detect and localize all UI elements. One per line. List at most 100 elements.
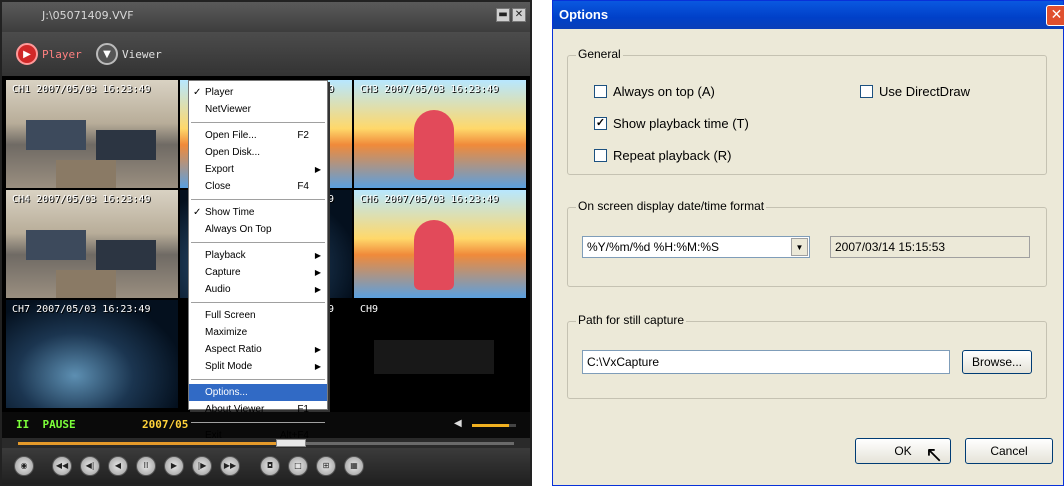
- mode-bar: ▶ Player ▼ Viewer: [2, 32, 530, 76]
- show-playback-time-checkbox[interactable]: ✓ Show playback time (T): [594, 116, 749, 131]
- menu-shortcut: F2: [297, 130, 309, 141]
- menu-shortcut: Alt+F4: [279, 430, 309, 441]
- camera-label: CH7 2007/05/03 16:23:49: [12, 304, 151, 315]
- menu-item-show-time[interactable]: ✓ Show Time: [189, 204, 327, 221]
- browse-button[interactable]: Browse...: [962, 350, 1032, 374]
- volume-slider[interactable]: [472, 424, 516, 427]
- menu-separator: [191, 199, 325, 200]
- general-legend: General: [576, 47, 623, 61]
- fast-forward-icon[interactable]: ▶▶: [220, 456, 240, 476]
- submenu-arrow-icon: ▶: [314, 251, 321, 260]
- close-icon[interactable]: ✕: [512, 8, 526, 22]
- datetime-preview: 2007/03/14 15:15:53: [830, 236, 1030, 258]
- player-mode-icon: ▶: [16, 43, 38, 65]
- menu-item-exit[interactable]: Exit Alt+F4: [189, 427, 327, 444]
- camera-cell[interactable]: CH3 2007/05/03 16:23:49: [354, 80, 526, 188]
- menu-item-label: Full Screen: [205, 310, 256, 321]
- menu-item-label: Options...: [205, 387, 248, 398]
- player-mode-button[interactable]: ▶ Player: [16, 42, 82, 66]
- menu-item-label: Open File...: [205, 130, 257, 141]
- menu-item-full-screen[interactable]: Full Screen: [189, 307, 327, 324]
- use-directdraw-box[interactable]: [860, 85, 873, 98]
- always-on-top-box[interactable]: [594, 85, 607, 98]
- player-title-bar[interactable]: J:\05071409.VVF ▬ ✕: [2, 2, 530, 32]
- menu-separator: [191, 122, 325, 123]
- datetime-format-select[interactable]: %Y/%m/%d %H:%M:%S ▼: [582, 236, 810, 258]
- menu-item-label: Export: [205, 164, 234, 175]
- menu-item-playback[interactable]: Playback ▶: [189, 247, 327, 264]
- layout-1-icon[interactable]: □: [288, 456, 308, 476]
- pause-icon: II: [16, 418, 30, 431]
- camera-cell[interactable]: CH6 2007/05/03 16:23:49: [354, 190, 526, 298]
- menu-item-aspect-ratio[interactable]: Aspect Ratio ▶: [189, 341, 327, 358]
- menu-separator: [191, 302, 325, 303]
- player-mode-label: Player: [42, 47, 82, 61]
- cancel-button[interactable]: Cancel: [965, 438, 1053, 464]
- step-forward-icon[interactable]: |▶: [192, 456, 212, 476]
- options-dialog: Options ✕ General Always on top (A) Use …: [552, 0, 1064, 486]
- step-back-icon[interactable]: ◀|: [80, 456, 100, 476]
- camera-label: CH3 2007/05/03 16:23:49: [360, 84, 499, 95]
- menu-item-label: Split Mode: [205, 361, 253, 372]
- checkmark-icon: ✓: [193, 87, 202, 98]
- camera-cell[interactable]: CH1 2007/05/03 16:23:49: [6, 80, 178, 188]
- menu-item-open-file[interactable]: Open File... F2: [189, 127, 327, 144]
- menu-item-player[interactable]: ✓ Player: [189, 84, 327, 101]
- play-icon[interactable]: ▶: [164, 456, 184, 476]
- menu-item-label: NetViewer: [205, 104, 251, 115]
- menu-shortcut: F4: [297, 181, 309, 192]
- viewer-mode-button[interactable]: ▼ Viewer: [96, 42, 162, 66]
- menu-item-maximize[interactable]: Maximize: [189, 324, 327, 341]
- menu-item-export[interactable]: Export ▶: [189, 161, 327, 178]
- camera-icon[interactable]: ◉: [14, 456, 34, 476]
- menu-item-options[interactable]: Options...: [189, 384, 327, 401]
- repeat-playback-box[interactable]: [594, 149, 607, 162]
- context-menu: ✓ Player NetViewer Open File... F2 Open Disk.…: [188, 80, 328, 441]
- repeat-playback-checkbox[interactable]: Repeat playback (R): [594, 148, 732, 163]
- camera-cell[interactable]: CH4 2007/05/03 16:23:49: [6, 190, 178, 298]
- menu-item-label: Show Time: [205, 207, 255, 218]
- checkmark-icon: ✓: [193, 207, 202, 218]
- menu-item-label: Exit: [205, 430, 222, 441]
- volume-fill: [472, 424, 510, 427]
- camera-cell[interactable]: CH7 2007/05/03 16:23:49: [6, 300, 178, 408]
- use-directdraw-label: Use DirectDraw: [879, 84, 971, 99]
- submenu-arrow-icon: ▶: [314, 285, 321, 294]
- use-directdraw-checkbox[interactable]: Use DirectDraw: [860, 84, 970, 99]
- menu-item-netviewer[interactable]: NetViewer: [189, 101, 327, 118]
- menu-item-close[interactable]: Close F4: [189, 178, 327, 195]
- menu-item-about-viewer[interactable]: About Viewer F1: [189, 401, 327, 418]
- transport-controls: ◉ ◀◀ ◀| ◀ II ▶ |▶ ▶▶ ◘ □ ⊞ ▦: [2, 448, 530, 484]
- chevron-down-icon[interactable]: ▼: [791, 238, 808, 256]
- menu-item-open-disk[interactable]: Open Disk...: [189, 144, 327, 161]
- camera-cell[interactable]: CH9: [354, 300, 526, 408]
- menu-item-label: Always On Top: [205, 224, 272, 235]
- layout-9-icon[interactable]: ▦: [344, 456, 364, 476]
- camera-label: CH6 2007/05/03 16:23:49: [360, 194, 499, 205]
- menu-item-audio[interactable]: Audio ▶: [189, 281, 327, 298]
- video-frame: [374, 340, 494, 374]
- snapshot-icon[interactable]: ◘: [260, 456, 280, 476]
- repeat-playback-label: Repeat playback (R): [613, 148, 732, 163]
- rewind-fast-icon[interactable]: ◀◀: [52, 456, 72, 476]
- menu-item-label: Open Disk...: [205, 147, 261, 158]
- dialog-close-icon[interactable]: ✕: [1046, 5, 1064, 26]
- menu-separator: [191, 242, 325, 243]
- show-playback-time-box[interactable]: ✓: [594, 117, 607, 130]
- menu-item-label: Capture: [205, 267, 241, 278]
- viewer-mode-label: Viewer: [122, 47, 162, 61]
- menu-item-split-mode[interactable]: Split Mode ▶: [189, 358, 327, 375]
- menu-item-capture[interactable]: Capture ▶: [189, 264, 327, 281]
- capture-path-input[interactable]: C:\VxCapture: [582, 350, 950, 374]
- pause-icon[interactable]: II: [136, 456, 156, 476]
- play-back-icon[interactable]: ◀: [108, 456, 128, 476]
- always-on-top-checkbox[interactable]: Always on top (A): [594, 84, 715, 99]
- show-playback-time-label: Show playback time (T): [613, 116, 749, 131]
- dialog-title-bar[interactable]: Options ✕: [553, 1, 1064, 29]
- play-state: II PAUSE: [16, 418, 76, 431]
- menu-item-always-on-top[interactable]: Always On Top: [189, 221, 327, 238]
- capture-path-group: Path for still capture C:\VxCapture Brow…: [567, 313, 1047, 399]
- viewer-mode-icon: ▼: [96, 43, 118, 65]
- layout-4-icon[interactable]: ⊞: [316, 456, 336, 476]
- minimize-icon[interactable]: ▬: [496, 8, 510, 22]
